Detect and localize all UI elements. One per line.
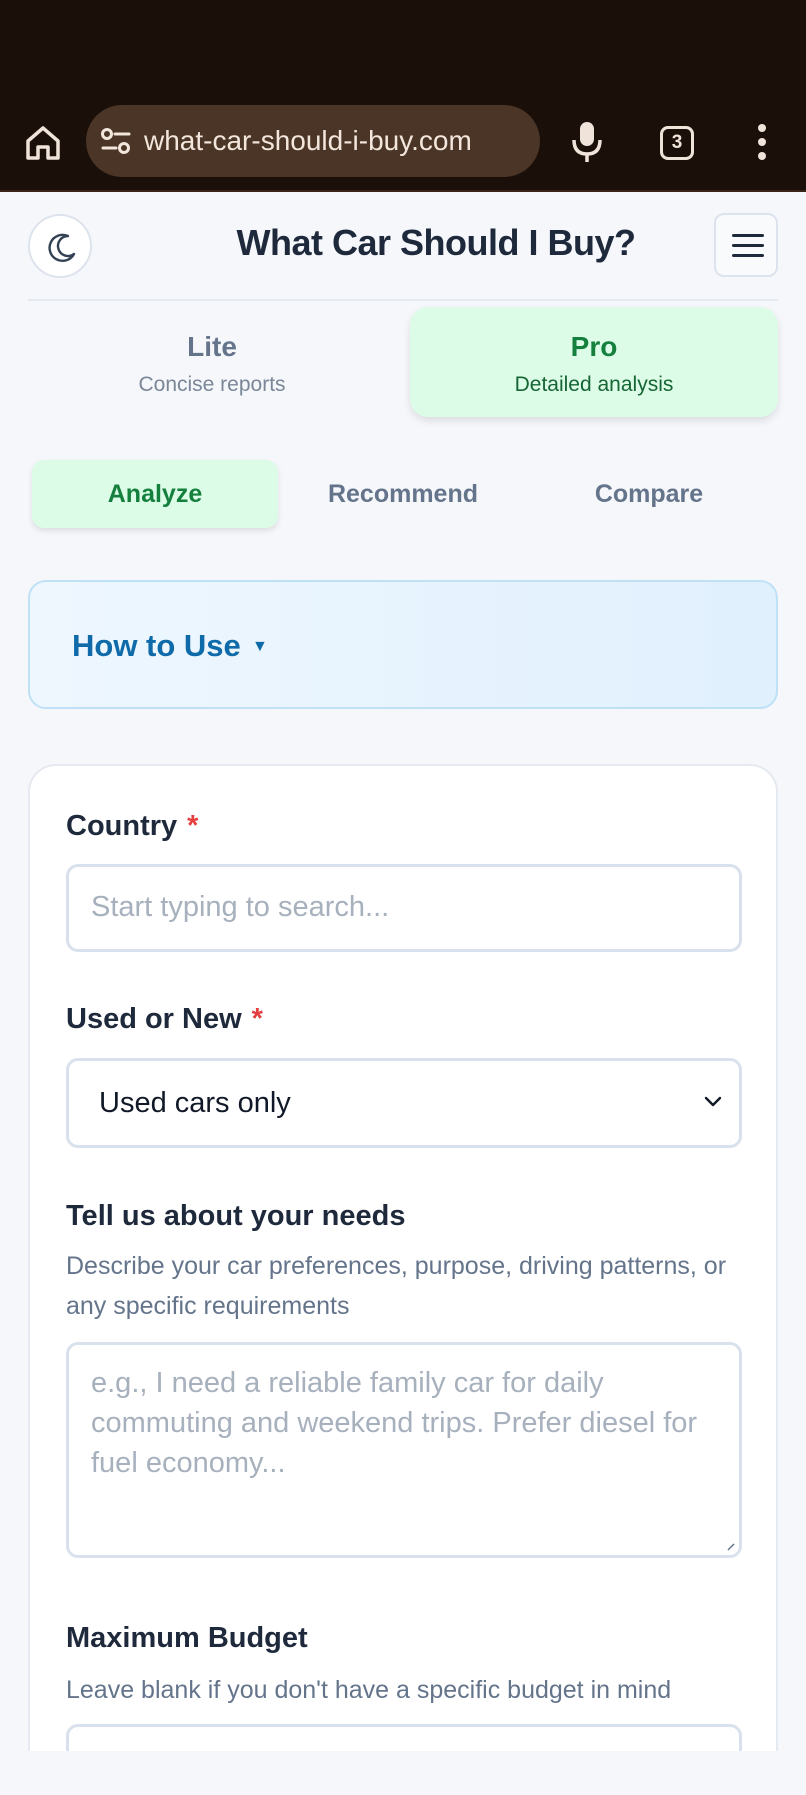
caret-down-icon: ▼	[252, 638, 268, 655]
more-menu-icon[interactable]	[752, 122, 772, 162]
country-input-placeholder: Start typing to search...	[91, 891, 390, 923]
budget-label: Maximum Budget	[66, 1622, 308, 1654]
analyze-form-card: Country * Start typing to search... Used …	[28, 764, 778, 1795]
plan-pro-subtitle: Detailed analysis	[514, 373, 674, 396]
bottom-gutter	[0, 1751, 806, 1795]
required-mark: *	[251, 1003, 263, 1035]
needs-textarea[interactable]: e.g., I need a reliable family car for d…	[66, 1342, 742, 1558]
url-text[interactable]: what-car-should-i-buy.com	[144, 125, 472, 157]
browser-toolbar: what-car-should-i-buy.com 3	[0, 92, 806, 192]
hamburger-icon	[732, 234, 764, 237]
used-or-new-select[interactable]: Used cars only	[66, 1058, 742, 1148]
budget-help-text: Leave blank if you don't have a specific…	[66, 1676, 672, 1704]
how-to-use-label: How to Use	[72, 628, 241, 663]
address-bar[interactable]: what-car-should-i-buy.com	[86, 105, 540, 177]
tab-recommend[interactable]: Recommend	[280, 460, 526, 528]
home-icon[interactable]	[22, 122, 64, 164]
plan-lite-subtitle: Concise reports	[138, 373, 286, 396]
resize-handle-icon[interactable]	[725, 1541, 735, 1551]
plan-pro-name: Pro	[570, 331, 618, 362]
needs-label: Tell us about your needs	[66, 1200, 406, 1232]
header-divider	[28, 299, 778, 301]
plan-lite-name: Lite	[187, 331, 237, 362]
country-input[interactable]: Start typing to search...	[66, 864, 742, 952]
tab-analyze[interactable]: Analyze	[32, 460, 278, 528]
site-settings-icon[interactable]	[100, 127, 132, 155]
tab-compare[interactable]: Compare	[526, 460, 772, 528]
needs-help-text: Describe your car preferences, purpose, …	[66, 1252, 727, 1320]
used-or-new-label: Used or New *	[66, 1003, 263, 1035]
country-label: Country *	[66, 810, 199, 842]
required-mark: *	[187, 810, 199, 842]
plan-lite-option[interactable]: Lite Concise reports	[28, 307, 396, 417]
needs-textarea-placeholder: e.g., I need a reliable family car for d…	[91, 1367, 698, 1479]
menu-button[interactable]	[714, 213, 778, 277]
tab-switcher-button[interactable]: 3	[660, 126, 694, 160]
status-bar	[0, 0, 806, 92]
how-to-use-toggle[interactable]: How to Use ▼	[28, 580, 778, 709]
page-title: What Car Should I Buy?	[236, 222, 637, 263]
used-or-new-value: Used cars only	[99, 1087, 291, 1119]
moon-icon	[48, 233, 76, 263]
microphone-icon[interactable]	[570, 120, 604, 164]
theme-toggle-button[interactable]	[28, 214, 92, 278]
plan-pro-option[interactable]: Pro Detailed analysis	[410, 307, 778, 417]
chevron-down-icon	[704, 1096, 722, 1107]
